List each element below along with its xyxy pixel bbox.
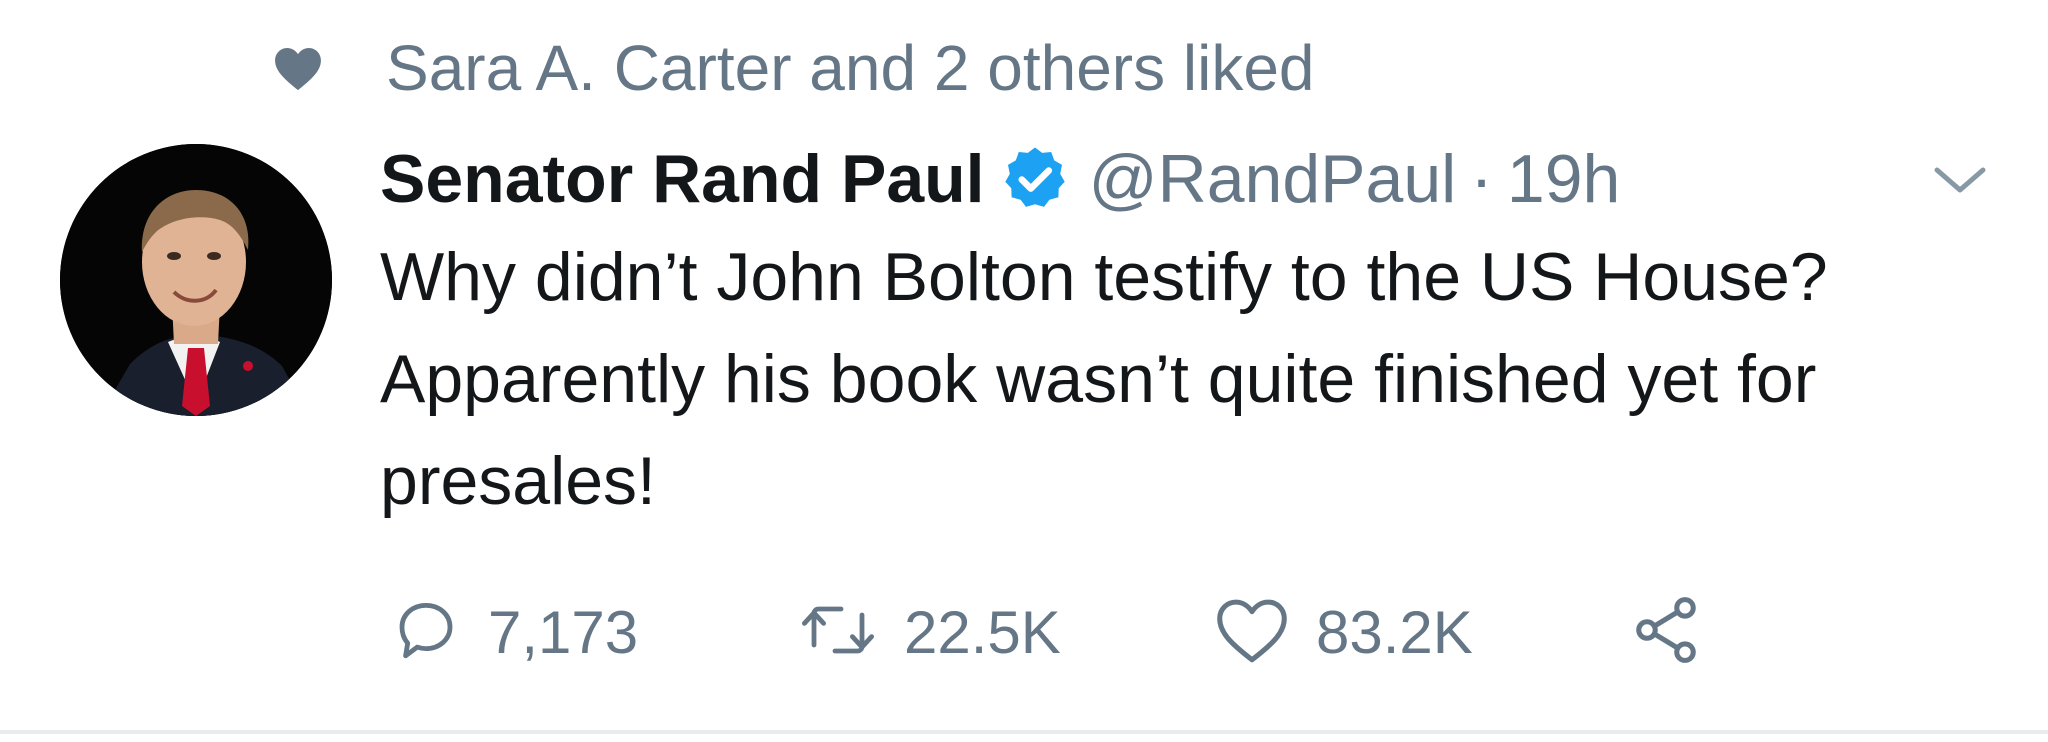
like-button[interactable]: 83.2K (1214, 582, 1473, 682)
social-context: Sara A. Carter and 2 others liked (270, 26, 1315, 110)
tweet-text: Why didn’t John Bolton testify to the US… (380, 239, 1828, 519)
retweet-icon (798, 594, 878, 671)
tweet-header: Senator Rand Paul @RandPaul · 19h (380, 134, 1620, 224)
chevron-down-icon[interactable] (1930, 150, 1990, 210)
share-button[interactable] (1628, 582, 1704, 682)
tweet-timestamp[interactable]: 19h (1507, 140, 1620, 218)
reply-icon (390, 594, 462, 671)
heart-filled-icon (270, 40, 326, 96)
tweet-card[interactable]: Sara A. Carter and 2 others liked Senato… (0, 0, 2048, 730)
display-name[interactable]: Senator Rand Paul (380, 140, 985, 218)
like-count: 83.2K (1316, 598, 1473, 666)
author-handle[interactable]: @RandPaul (1089, 140, 1457, 218)
retweet-button[interactable]: 22.5K (798, 582, 1061, 682)
separator-dot: · (1470, 141, 1493, 217)
reply-count: 7,173 (488, 598, 639, 666)
tweet-actions: 7,173 22.5K 83.2K (380, 582, 1780, 682)
social-context-text[interactable]: Sara A. Carter and 2 others liked (386, 31, 1315, 105)
avatar[interactable] (60, 144, 332, 416)
reply-button[interactable]: 7,173 (390, 582, 638, 682)
heart-outline-icon (1214, 594, 1290, 671)
tweet-divider (0, 730, 2048, 734)
retweet-count: 22.5K (904, 598, 1061, 666)
share-icon (1628, 592, 1704, 673)
verified-badge-icon (999, 143, 1071, 215)
